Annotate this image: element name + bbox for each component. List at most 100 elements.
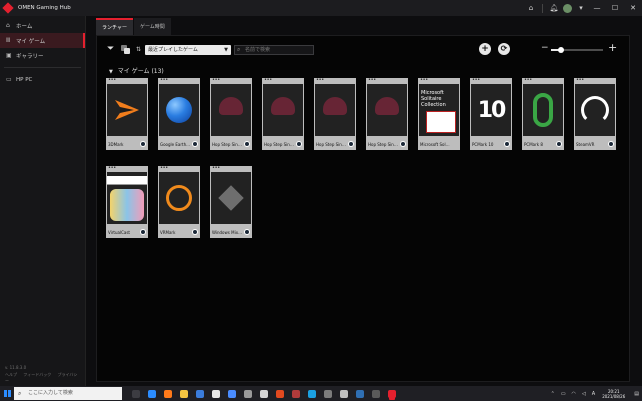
filter-icon[interactable]: ⏷ xyxy=(107,45,114,54)
search-input[interactable]: ⌕ 名前で検索 xyxy=(234,45,314,55)
game-card[interactable]: ••• PCMark 8 xyxy=(522,77,564,150)
chevron-down-icon: ▼ xyxy=(109,69,113,75)
more-options-icon[interactable]: ••• xyxy=(368,77,376,83)
game-art xyxy=(211,172,251,224)
feedback-link[interactable]: フィードバック xyxy=(23,372,51,377)
office-icon[interactable] xyxy=(276,389,284,398)
task-view-icon[interactable] xyxy=(132,389,140,398)
tab-launcher[interactable]: ランチャー xyxy=(96,18,133,35)
section-header-my-games[interactable]: ▼ マイ ゲーム (13) xyxy=(109,66,164,75)
launcher-toolbar: ⏷ ⇅ 最近プレイしたゲーム ▼ ⌕ 名前で検索 + ⟳ − + xyxy=(107,42,623,57)
chevron-down-icon[interactable]: ▾ xyxy=(574,0,588,16)
dropbox-icon[interactable] xyxy=(228,389,236,398)
game-art xyxy=(107,84,147,136)
speaker-icon[interactable]: ◁ xyxy=(582,391,586,397)
zoom-slider-thumb[interactable] xyxy=(558,47,565,53)
sidebar-item-my-games[interactable]: Ⅲ マイ ゲーム xyxy=(0,33,85,48)
help-link[interactable]: ヘルプ xyxy=(5,372,17,377)
sidebar-item-hp-pc[interactable]: ▭ HP PC xyxy=(0,72,85,87)
notification-icon[interactable]: ▤ xyxy=(634,391,639,397)
avatar[interactable] xyxy=(563,3,572,13)
firefox-icon[interactable] xyxy=(164,389,172,398)
more-options-icon[interactable]: ••• xyxy=(108,165,116,171)
sidebar-item-gallery[interactable]: ▣ ギャラリー xyxy=(0,48,85,63)
section-count: (13) xyxy=(151,68,164,75)
close-button[interactable]: ✕ xyxy=(624,0,642,16)
more-options-icon[interactable]: ••• xyxy=(160,165,168,171)
steam-icon xyxy=(400,141,406,147)
game-card[interactable]: ••• Microsoft Solitaire Collection Micro… xyxy=(418,77,460,150)
sidebar-item-home[interactable]: ⌂ ホーム xyxy=(0,18,85,33)
game-card[interactable]: ••• 3DMark xyxy=(106,77,148,150)
bell-icon[interactable]: 🔔︎ xyxy=(547,0,561,16)
clock[interactable]: 20:21 2021/08/26 xyxy=(602,389,625,399)
start-button[interactable] xyxy=(0,386,14,401)
chevron-up-icon[interactable]: ⌃ xyxy=(551,391,555,397)
more-options-icon[interactable]: ••• xyxy=(316,77,324,83)
more-options-icon[interactable]: ••• xyxy=(264,77,272,83)
game-card[interactable]: ••• Windows Mixe... xyxy=(210,165,252,238)
more-options-icon[interactable]: ••• xyxy=(472,77,480,83)
folder-icon[interactable] xyxy=(180,389,188,398)
battery-icon[interactable]: ▭ xyxy=(561,391,566,397)
3dmark-logo-icon xyxy=(115,100,139,120)
refresh-button[interactable]: ⟳ xyxy=(498,43,510,55)
game-card[interactable]: ••• VRMark xyxy=(158,165,200,238)
game-art xyxy=(107,172,147,224)
sort-select[interactable]: 最近プレイしたゲーム ▼ xyxy=(145,45,231,55)
more-options-icon[interactable]: ••• xyxy=(160,77,168,83)
view-toggle-icon[interactable] xyxy=(121,45,131,54)
steam-icon xyxy=(296,141,302,147)
wifi-icon[interactable]: ◠ xyxy=(572,391,576,397)
maximize-button[interactable]: ☐ xyxy=(606,0,624,16)
game-title: VRMark xyxy=(160,230,176,235)
taskbar: ⌕ ここに入力して検索 ⌃ ▭ ◠ ◁ A 20:21 2021/08/26 ▤ xyxy=(0,386,642,401)
steam-icon xyxy=(192,141,198,147)
app-dark-icon[interactable] xyxy=(372,389,380,398)
steam-icon xyxy=(608,141,614,147)
zoom-slider[interactable] xyxy=(551,47,603,53)
section-title: マイ ゲーム xyxy=(117,68,150,75)
zoom-in-icon[interactable]: + xyxy=(608,42,617,54)
edge-icon[interactable] xyxy=(148,389,156,398)
more-options-icon[interactable]: ••• xyxy=(108,77,116,83)
game-card[interactable]: ••• Hop Step Sing... xyxy=(314,77,356,150)
omen-taskbar-icon[interactable] xyxy=(388,389,396,398)
more-options-icon[interactable]: ••• xyxy=(420,77,428,83)
more-options-icon[interactable]: ••• xyxy=(576,77,584,83)
sidebar-item-label: ギャラリー xyxy=(16,53,44,60)
zoom-out-icon[interactable]: − xyxy=(541,44,549,53)
sort-order-icon[interactable]: ⇅ xyxy=(136,46,141,53)
game-card[interactable]: ••• VirtualCast xyxy=(106,165,148,238)
main-panel: ランチャー ゲーム時間 ⏷ ⇅ 最近プレイしたゲーム ▼ ⌕ 名前で検索 + ⟳… xyxy=(96,16,630,382)
cortana-icon[interactable] xyxy=(308,389,316,398)
tab-playtime[interactable]: ゲーム時間 xyxy=(133,18,171,35)
version-label: v. 11.8.3.0 xyxy=(5,365,27,370)
ime-indicator[interactable]: A xyxy=(592,391,595,397)
game-card[interactable]: ••• Hop Step Sing... xyxy=(210,77,252,150)
taskbar-search-input[interactable]: ⌕ ここに入力して検索 xyxy=(14,387,122,400)
explorer-icon[interactable] xyxy=(244,389,252,398)
add-game-button[interactable]: + xyxy=(479,43,491,55)
mail-icon[interactable] xyxy=(212,389,220,398)
app-gray-icon[interactable] xyxy=(324,389,332,398)
home-icon[interactable]: ⌂ xyxy=(524,0,538,16)
app-red-icon[interactable] xyxy=(292,389,300,398)
game-card[interactable]: ••• Hop Step Sing... xyxy=(366,77,408,150)
github-icon[interactable] xyxy=(260,389,268,398)
more-options-icon[interactable]: ••• xyxy=(524,77,532,83)
app-light-icon[interactable] xyxy=(340,389,348,398)
pcmark8-logo-icon xyxy=(533,93,553,127)
game-card[interactable]: ••• SteamVR xyxy=(574,77,616,150)
more-options-icon[interactable]: ••• xyxy=(212,77,220,83)
game-card[interactable]: ••• 10 PCMark 10 xyxy=(470,77,512,150)
more-options-icon[interactable]: ••• xyxy=(212,165,220,171)
game-title: Hop Step Sing... xyxy=(212,142,242,147)
game-title: PCMark 10 xyxy=(472,142,494,147)
minimize-button[interactable]: — xyxy=(588,0,606,16)
store-icon[interactable] xyxy=(196,389,204,398)
game-card[interactable]: ••• Hop Step Sing... xyxy=(262,77,304,150)
steam-taskbar-icon[interactable] xyxy=(356,389,364,398)
game-card[interactable]: ••• Google Earth... xyxy=(158,77,200,150)
pcmark10-logo-text: 10 xyxy=(477,97,507,123)
